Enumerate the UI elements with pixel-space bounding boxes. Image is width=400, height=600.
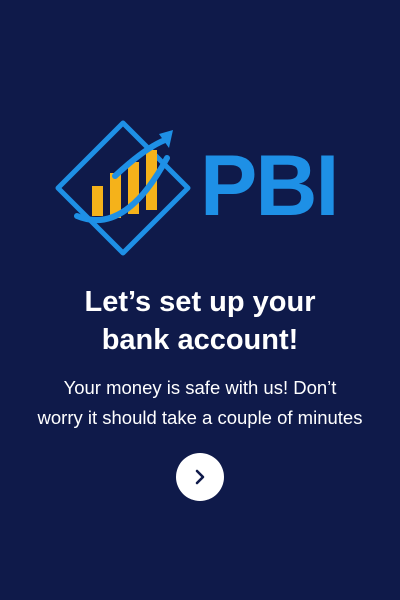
pbi-logo: PBI: [55, 118, 355, 258]
chevron-right-icon: [195, 469, 205, 485]
headline-line-1: Let’s set up your: [84, 286, 316, 318]
logo-mark-icon: [55, 120, 191, 256]
onboarding-screen: PBI Let’s set up your bank account! Your…: [0, 0, 400, 600]
subtitle-line-1: Your money is safe with us! Don’t: [63, 377, 337, 398]
subtitle: Your money is safe with us! Don’t worry …: [20, 373, 380, 433]
page-title: Let’s set up your bank account!: [20, 283, 380, 359]
next-button[interactable]: [176, 453, 224, 501]
logo-wordmark: PBI: [200, 138, 339, 234]
subtitle-line-2: worry it should take a couple of minutes: [37, 407, 363, 428]
headline-line-2: bank account!: [101, 324, 299, 356]
